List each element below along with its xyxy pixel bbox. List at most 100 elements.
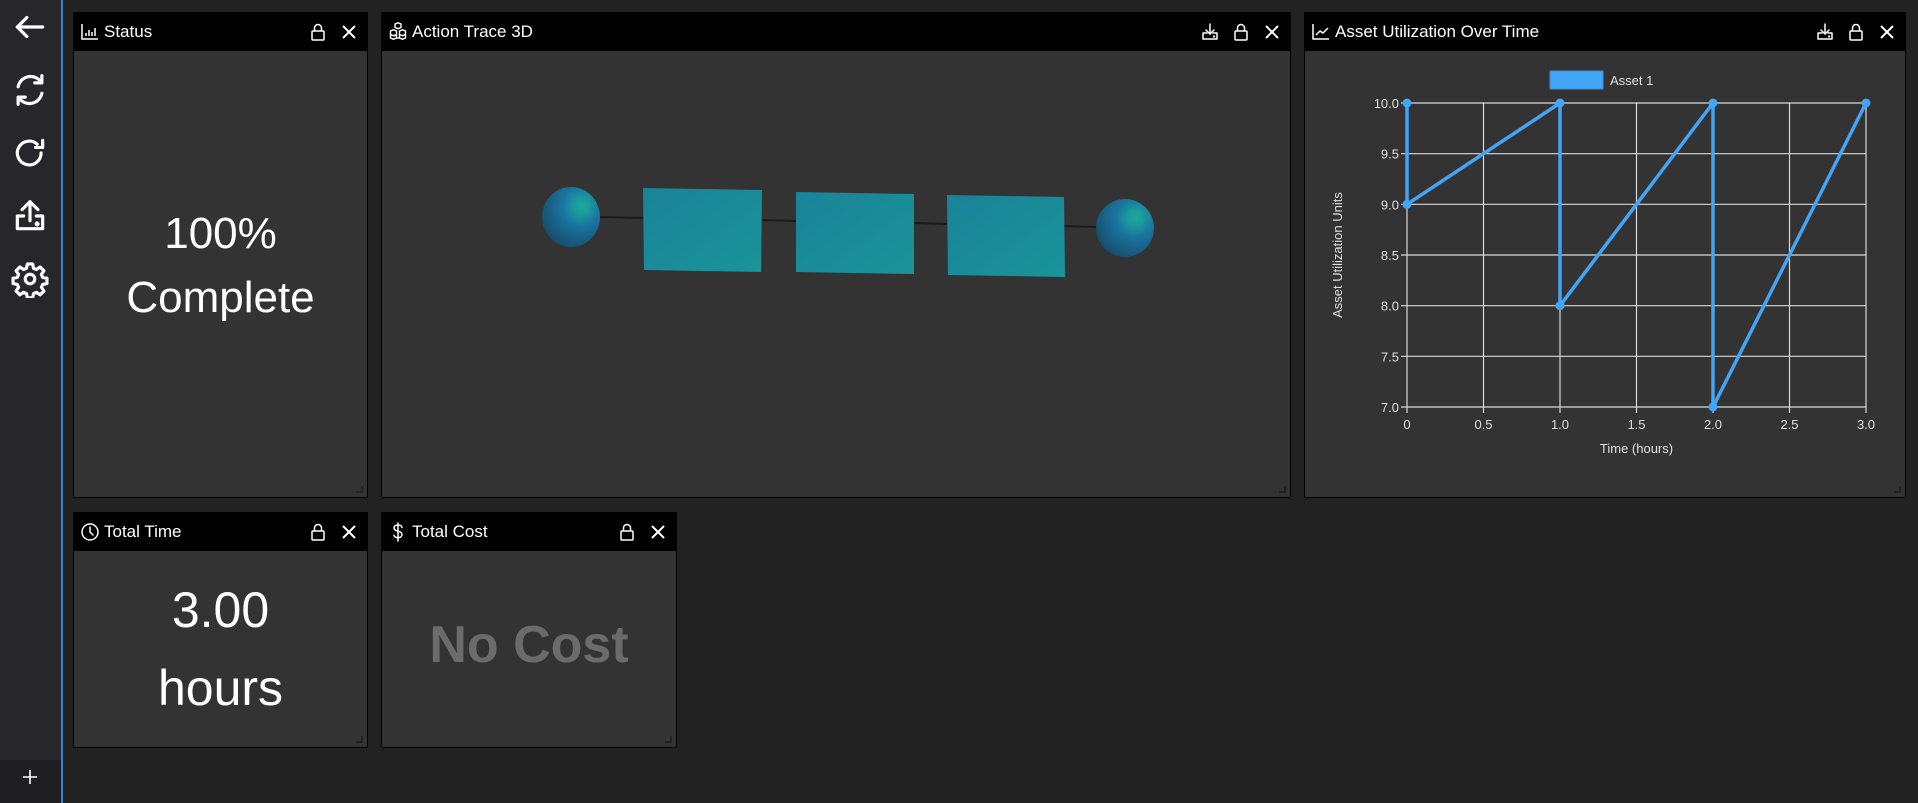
panel-title: Total Cost xyxy=(412,522,488,541)
data-point xyxy=(1555,301,1565,311)
download-button[interactable] xyxy=(1813,20,1837,44)
status-label: Complete xyxy=(126,273,315,322)
resize-handle[interactable] xyxy=(1279,486,1286,493)
sync-icon xyxy=(11,71,49,114)
sidebar-footer xyxy=(0,760,61,803)
total-cost-panel: Total Cost No Cost xyxy=(381,512,677,748)
settings-button[interactable] xyxy=(8,259,52,303)
edge xyxy=(761,219,797,222)
close-icon xyxy=(1880,25,1894,39)
x-tick-label: 3.0 xyxy=(1857,417,1875,432)
total-time-value: 3.00 xyxy=(171,582,270,638)
back-button[interactable] xyxy=(8,7,52,51)
close-icon xyxy=(651,525,665,539)
trace3d-viewport[interactable] xyxy=(382,51,1290,497)
resize-handle[interactable] xyxy=(665,736,672,743)
gear-icon xyxy=(11,260,49,303)
panel-title: Status xyxy=(104,22,153,41)
lock-button[interactable] xyxy=(306,520,330,544)
download-icon xyxy=(1817,23,1833,40)
lock-button[interactable] xyxy=(615,520,639,544)
y-tick-label: 8.5 xyxy=(1381,248,1399,263)
x-tick-label: 1.5 xyxy=(1627,417,1645,432)
lock-icon xyxy=(311,23,325,41)
panel-header[interactable]: Total Cost xyxy=(382,513,676,551)
line-chart-icon xyxy=(1311,22,1331,42)
lock-icon xyxy=(1849,23,1863,41)
close-button[interactable] xyxy=(1260,20,1284,44)
edge xyxy=(913,222,948,225)
status-panel: Status 100% Complete xyxy=(73,12,368,498)
lock-button[interactable] xyxy=(1229,20,1253,44)
close-button[interactable] xyxy=(646,520,670,544)
data-point xyxy=(1708,98,1718,108)
x-tick-label: 2.5 xyxy=(1780,417,1798,432)
resize-handle[interactable] xyxy=(356,736,363,743)
panel-header[interactable]: Total Time xyxy=(74,513,367,551)
y-tick-label: 9.5 xyxy=(1381,147,1399,162)
x-tick-label: 0.5 xyxy=(1474,417,1492,432)
redo-button[interactable] xyxy=(8,133,52,177)
total-time-panel: Total Time 3.00 hours xyxy=(73,512,368,748)
lock-icon xyxy=(1234,23,1248,41)
panel-header[interactable]: Action Trace 3D xyxy=(382,13,1290,51)
close-icon xyxy=(1265,25,1279,39)
panel-title: Action Trace 3D xyxy=(412,22,533,41)
plus-icon xyxy=(20,767,40,792)
asset-utilization-chart: 0 0.5 1.0 1.5 2.0 2.5 3.0 7.0 7.5 8.0 8.5 9.0 9.5 10.… xyxy=(1330,70,1875,456)
total-time-body: 3.00 hours xyxy=(74,551,367,747)
close-icon xyxy=(342,25,356,39)
lock-button[interactable] xyxy=(1844,20,1868,44)
resize-handle[interactable] xyxy=(356,486,363,493)
close-button[interactable] xyxy=(337,520,361,544)
arrow-left-icon xyxy=(11,8,49,51)
sync-button[interactable] xyxy=(8,70,52,114)
action-box-3[interactable] xyxy=(947,195,1065,277)
lock-button[interactable] xyxy=(306,20,330,44)
x-tick-label: 2.0 xyxy=(1704,417,1722,432)
data-point xyxy=(1555,98,1565,108)
close-button[interactable] xyxy=(337,20,361,44)
y-tick-label: 9.0 xyxy=(1381,197,1399,212)
download-icon xyxy=(1202,23,1218,40)
action-trace-panel: Action Trace 3D xyxy=(381,12,1291,498)
rotate-cw-icon xyxy=(11,134,49,177)
download-button[interactable] xyxy=(1198,20,1222,44)
x-tick-label: 1.0 xyxy=(1551,417,1569,432)
x-tick-label: 0 xyxy=(1403,417,1410,432)
close-icon xyxy=(342,525,356,539)
upload-button[interactable] xyxy=(8,196,52,240)
end-sphere[interactable] xyxy=(1096,199,1154,257)
panel-title: Asset Utilization Over Time xyxy=(1335,22,1540,41)
legend-swatch xyxy=(1549,70,1604,90)
add-panel-button[interactable] xyxy=(15,764,45,794)
panel-title: Total Time xyxy=(104,522,182,541)
close-button[interactable] xyxy=(1875,20,1899,44)
action-box-2[interactable] xyxy=(796,192,914,274)
edge xyxy=(599,216,645,219)
upload-icon xyxy=(11,197,49,240)
y-tick-label: 8.0 xyxy=(1381,299,1399,314)
panel-header[interactable]: Status xyxy=(74,13,367,51)
data-point xyxy=(1402,199,1412,209)
panel-header[interactable]: Asset Utilization Over Time xyxy=(1305,13,1905,51)
dollar-icon xyxy=(388,522,408,542)
y-axis-label: Asset Utilization Units xyxy=(1330,192,1345,318)
lock-icon xyxy=(311,523,325,541)
action-box-1[interactable] xyxy=(643,188,762,272)
status-percent: 100% xyxy=(164,209,277,258)
status-body: 100% Complete xyxy=(74,51,367,497)
start-sphere[interactable] xyxy=(542,187,600,247)
total-time-unit: hours xyxy=(157,660,284,716)
total-cost-value: No Cost xyxy=(429,616,629,674)
y-tick-label: 10.0 xyxy=(1374,96,1399,111)
y-tick-label: 7.0 xyxy=(1381,400,1399,415)
resize-handle[interactable] xyxy=(1894,486,1901,493)
data-point xyxy=(1402,98,1412,108)
edge xyxy=(1063,225,1097,228)
asset-utilization-panel: Asset Utilization Over Time 0 0.5 1.0 1.5 2.… xyxy=(1304,12,1906,498)
legend-label: Asset 1 xyxy=(1610,73,1653,88)
scene-3d[interactable] xyxy=(382,51,1290,497)
lock-icon xyxy=(620,523,634,541)
clock-icon xyxy=(80,522,100,542)
